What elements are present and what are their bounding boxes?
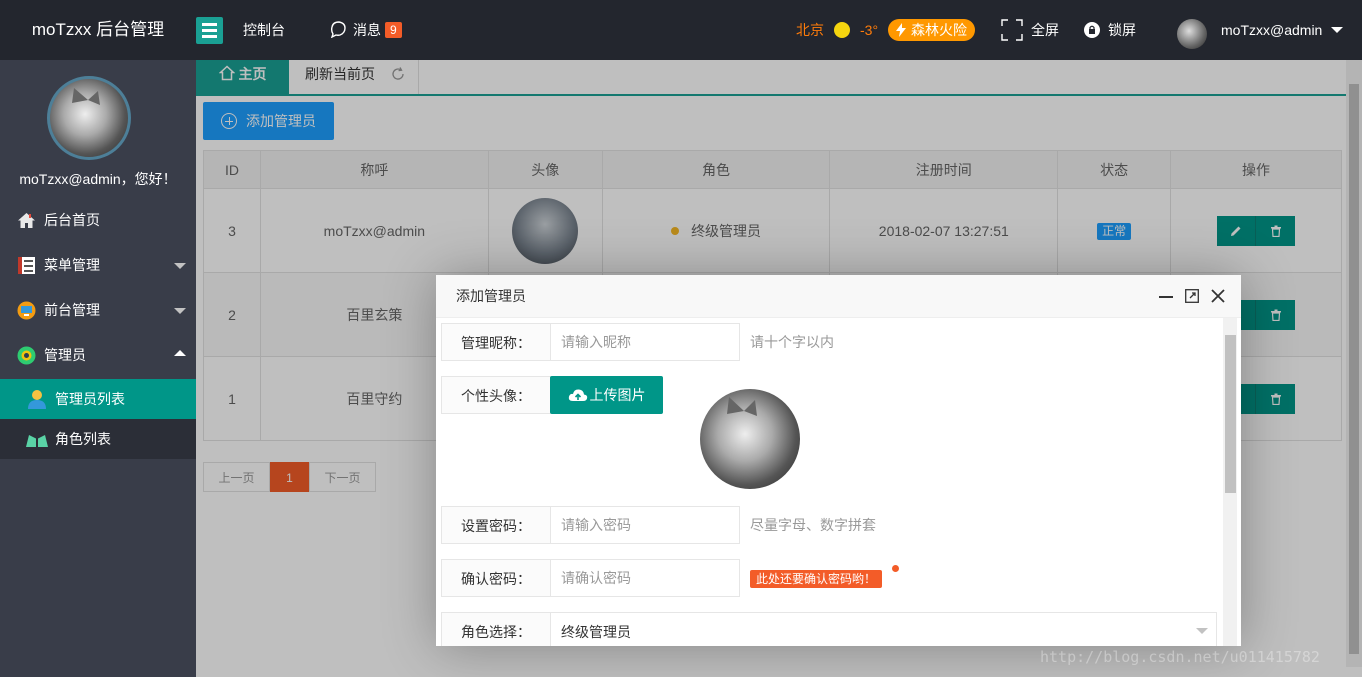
user-avatar[interactable] [1177, 19, 1207, 49]
butterfly-icon [72, 88, 100, 105]
dialog-scrollbar[interactable] [1223, 318, 1237, 646]
role-label: 角色选择： [441, 612, 551, 646]
chevron-up-icon [174, 350, 186, 356]
sidebar-avatar [47, 76, 131, 160]
password-label: 设置密码： [441, 506, 551, 544]
message-count-badge: 9 [385, 22, 402, 38]
butterfly-icon [727, 397, 757, 416]
sidebar-greeting: moTzxx@admin，您好！ [19, 171, 177, 187]
messages-link[interactable]: 消息 9 [329, 0, 402, 60]
avatar-preview [700, 389, 800, 489]
messages-label: 消息 [353, 22, 381, 38]
confirm-password-label: 确认密码： [441, 559, 551, 597]
dialog-scrollbar-thumb[interactable] [1225, 335, 1236, 493]
home-icon [18, 213, 35, 228]
menu-toggle-button[interactable] [196, 17, 223, 44]
confirm-error-tip: 此处还要确认密码哟！ [750, 570, 883, 588]
fullscreen-label: 全屏 [1031, 22, 1059, 38]
admin-icon [17, 346, 36, 365]
sidebar-item-frontend[interactable]: 前台管理 [0, 288, 196, 333]
sidebar-item-role-list[interactable]: 角色列表 [0, 419, 196, 459]
nickname-hint: 请十个字以内 [750, 334, 834, 350]
sidebar-item-label: 菜单管理 [44, 257, 100, 273]
sidebar-item-menu[interactable]: 菜单管理 [0, 243, 196, 288]
add-admin-dialog: 添加管理员 管理昵称： 请十个字以内 个性头像： 上传图片 设置密码： 尽量字母… [436, 275, 1241, 646]
weather-city: 北京 [796, 22, 824, 38]
dialog-body: 管理昵称： 请十个字以内 个性头像： 上传图片 设置密码： 尽量字母、数字拼套 … [436, 318, 1241, 646]
sidebar: moTzxx@admin，您好！ 后台首页 菜单管理 前台管理 管理员 管理员列… [0, 60, 196, 677]
role-icon [26, 432, 48, 447]
chevron-down-icon [1196, 628, 1208, 634]
user-name: moTzxx@admin [1221, 22, 1323, 38]
message-icon [330, 21, 346, 39]
upload-image-button[interactable]: 上传图片 [550, 376, 663, 414]
chevron-down-icon [174, 263, 186, 269]
fire-alert-badge[interactable]: 森林火险 [888, 19, 976, 41]
weather-temperature: -3° [860, 22, 879, 38]
confirm-password-input[interactable] [550, 559, 740, 597]
fullscreen-button[interactable]: 全屏 [1001, 0, 1059, 60]
sidebar-subitem-label: 角色列表 [55, 431, 111, 447]
nickname-label: 管理昵称： [441, 323, 551, 361]
chevron-down-icon [1331, 27, 1344, 33]
chevron-down-icon [174, 308, 186, 314]
weather-widget: 北京 -3° 森林火险 [796, 0, 976, 60]
maximize-icon[interactable] [1185, 289, 1199, 303]
password-hint: 尽量字母、数字拼套 [750, 517, 876, 533]
role-select-value: 终级管理员 [561, 624, 631, 640]
menu-list-icon [18, 257, 35, 274]
fullscreen-icon [1001, 19, 1023, 41]
lightning-icon [896, 23, 907, 37]
user-icon [28, 390, 46, 409]
sidebar-item-admin[interactable]: 管理员 [0, 333, 196, 378]
dialog-title-bar: 添加管理员 [436, 275, 1241, 318]
close-icon[interactable] [1211, 289, 1225, 303]
error-dot-icon [892, 565, 899, 572]
fire-alert-text: 森林火险 [911, 22, 968, 38]
dialog-title: 添加管理员 [456, 288, 526, 304]
console-link[interactable]: 控制台 [243, 0, 285, 60]
upload-label: 上传图片 [589, 387, 646, 403]
minimize-icon[interactable] [1159, 289, 1173, 303]
lock-screen-button[interactable]: 锁屏 [1084, 0, 1136, 60]
sun-icon [834, 22, 850, 38]
watermark: http://blog.csdn.net/u011415782 [1040, 648, 1320, 666]
sidebar-item-admin-list[interactable]: 管理员列表 [0, 379, 196, 419]
app-logo: moTzxx 后台管理 [31, 20, 165, 39]
avatar-label: 个性头像： [441, 376, 551, 414]
admin-submenu: 管理员列表 角色列表 [0, 379, 196, 459]
lock-label: 锁屏 [1108, 22, 1136, 38]
cloud-upload-icon [568, 389, 587, 401]
sidebar-item-label: 管理员 [44, 347, 86, 363]
sidebar-item-label: 前台管理 [44, 302, 100, 318]
sidebar-item-label: 后台首页 [44, 212, 100, 228]
sidebar-item-home[interactable]: 后台首页 [0, 198, 196, 243]
password-input[interactable] [550, 506, 740, 544]
top-header: moTzxx 后台管理 控制台 消息 9 北京 -3° 森林火险 全屏 锁屏 mo… [0, 0, 1362, 60]
nickname-input[interactable] [550, 323, 740, 361]
dialog-tools [1159, 289, 1225, 303]
user-menu[interactable]: moTzxx@admin [1221, 0, 1344, 60]
role-select[interactable]: 终级管理员 [550, 612, 1217, 646]
hamburger-icon [202, 23, 217, 26]
sidebar-subitem-label: 管理员列表 [55, 391, 125, 407]
monitor-icon [17, 301, 36, 320]
lock-icon [1084, 22, 1100, 38]
